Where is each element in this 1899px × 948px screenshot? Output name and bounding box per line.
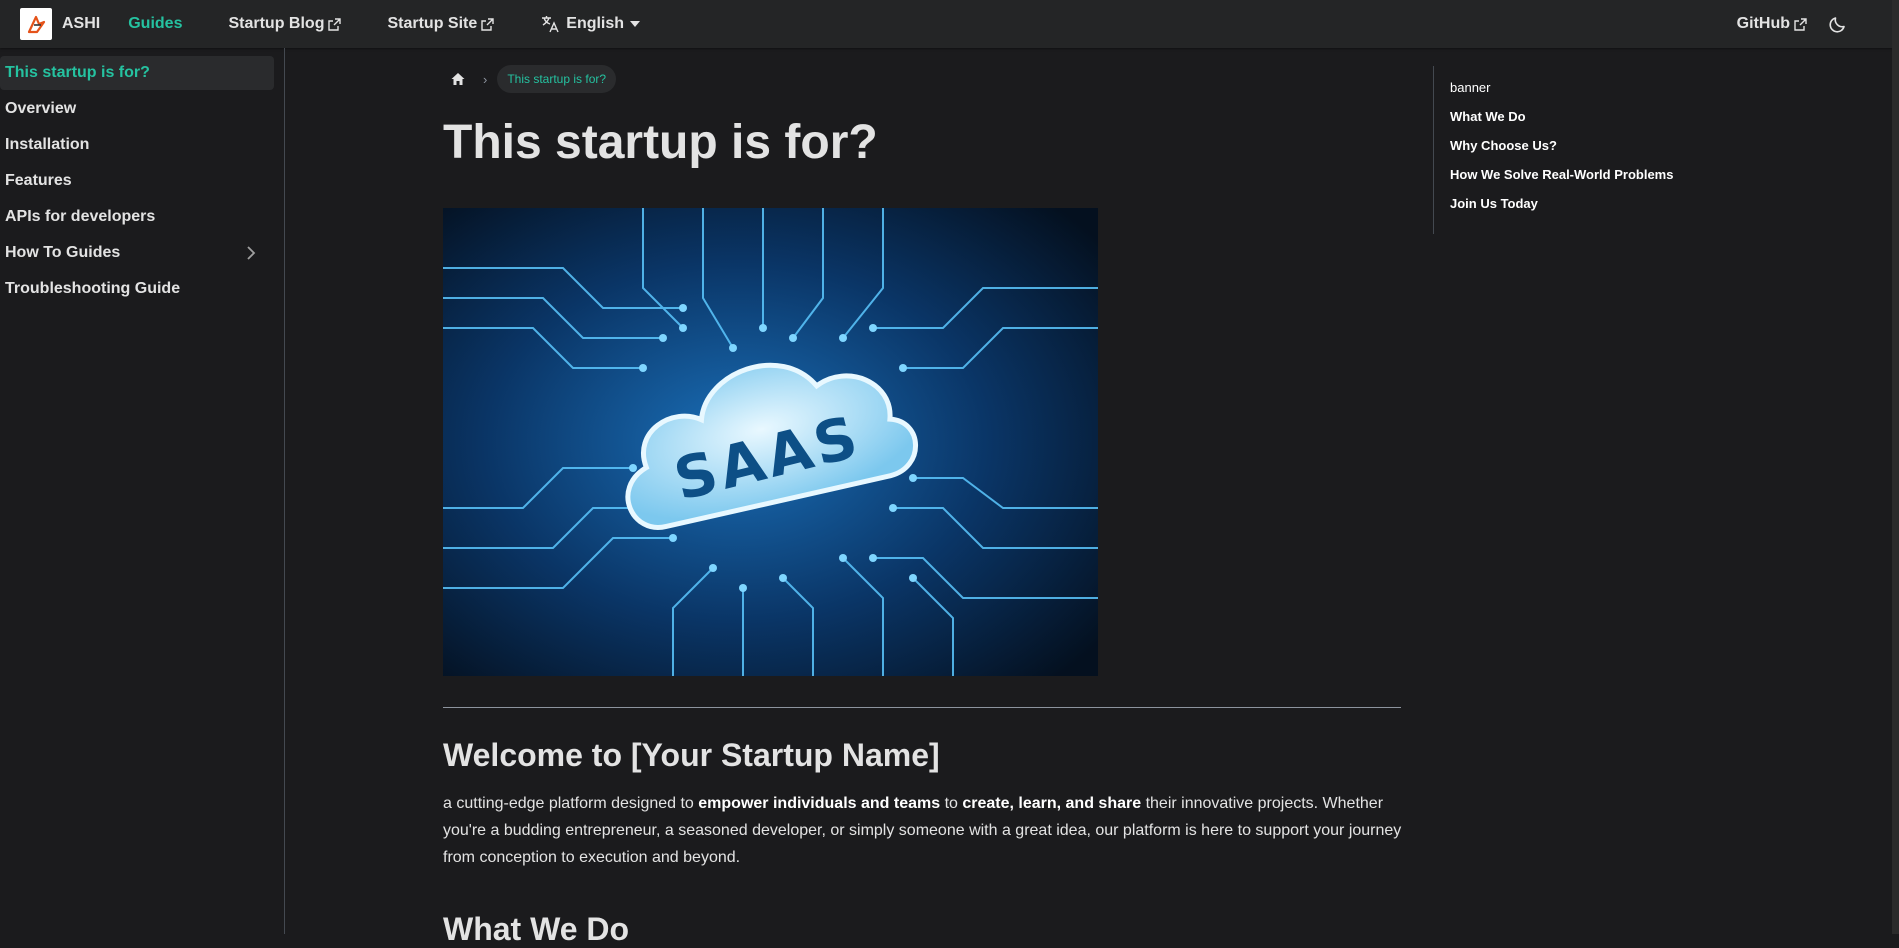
welcome-paragraph: a cutting-edge platform designed to empo…: [443, 790, 1403, 871]
divider: [443, 706, 1401, 708]
nav-guides[interactable]: Guides: [128, 15, 182, 33]
language-dropdown[interactable]: English: [540, 14, 641, 34]
para-bold: empower individuals and teams: [698, 794, 941, 812]
translate-icon: [542, 16, 559, 33]
sidebar-item-apis-for-developers[interactable]: APIs for developers: [0, 200, 274, 234]
top-navbar: ASHI Guides Startup Blog Startup Site En…: [0, 0, 1899, 48]
welcome-heading: Welcome to [Your Startup Name]: [443, 736, 940, 773]
toc-item-why-choose-us[interactable]: Why Choose Us?: [1450, 138, 1733, 167]
sidebar-item-label: Troubleshooting Guide: [5, 280, 181, 297]
nav-startup-blog-label: Startup Blog: [228, 15, 325, 32]
sidebar-item-installation[interactable]: Installation: [0, 128, 274, 162]
para-bold: create, learn, and share: [962, 794, 1142, 812]
sidebar-item-label: This startup is for?: [5, 64, 150, 81]
what-we-do-heading: What We Do: [443, 910, 630, 947]
toc-item-how-we-solve[interactable]: How We Solve Real-World Problems: [1450, 167, 1733, 196]
nav-github-label: GitHub: [1736, 15, 1790, 32]
sidebar-item-how-to-guides[interactable]: How To Guides: [0, 236, 274, 270]
breadcrumb-home[interactable]: [443, 64, 473, 94]
logo-icon: [20, 8, 52, 40]
sidebar-item-label: APIs for developers: [5, 208, 156, 225]
brand-link[interactable]: ASHI: [20, 8, 100, 40]
sidebar-item-this-startup-is-for[interactable]: This startup is for?: [0, 56, 274, 90]
nav-guides-label: Guides: [128, 15, 183, 32]
sidebar-item-troubleshooting-guide[interactable]: Troubleshooting Guide: [0, 272, 274, 306]
language-label: English: [566, 15, 625, 32]
sidebar-item-label: Features: [5, 172, 72, 189]
para-text: to: [940, 794, 963, 812]
breadcrumb-current: This startup is for?: [497, 65, 617, 93]
nav-startup-site[interactable]: Startup Site: [387, 15, 494, 33]
external-link-icon: [481, 17, 494, 31]
toc-item-what-we-do[interactable]: What We Do: [1450, 109, 1733, 138]
main-content: › This startup is for? This startup is f…: [443, 48, 1403, 948]
chevron-right-icon: ›: [483, 71, 488, 87]
nav-startup-blog[interactable]: Startup Blog: [228, 15, 342, 33]
sidebar-item-label: Overview: [5, 100, 77, 117]
home-icon: [451, 73, 465, 85]
sidebar-item-features[interactable]: Features: [0, 164, 274, 198]
brand-title: ASHI: [62, 15, 101, 32]
page-title: This startup is for?: [443, 116, 878, 169]
external-link-icon: [1794, 17, 1807, 31]
chevron-down-icon: [630, 21, 641, 27]
chevron-right-icon[interactable]: [244, 246, 258, 260]
toc-item-banner[interactable]: banner: [1450, 80, 1733, 109]
nav-startup-site-label: Startup Site: [387, 15, 478, 32]
scrollbar[interactable]: [1892, 0, 1899, 934]
sidebar-item-label: How To Guides: [5, 244, 121, 261]
banner-image: SAAS: [443, 207, 1098, 676]
moon-icon[interactable]: [1827, 13, 1849, 35]
breadcrumb: › This startup is for?: [443, 64, 1403, 94]
table-of-contents: banner What We Do Why Choose Us? How We …: [1433, 66, 1733, 234]
sidebar-item-label: Installation: [5, 136, 90, 153]
sidebar-item-overview[interactable]: Overview: [0, 92, 274, 126]
para-text: a cutting-edge platform designed to: [443, 794, 699, 812]
external-link-icon: [328, 17, 342, 31]
sidebar: This startup is for? Overview Installati…: [0, 48, 285, 934]
nav-github[interactable]: GitHub: [1737, 15, 1807, 33]
toc-item-join-us-today[interactable]: Join Us Today: [1450, 196, 1733, 225]
